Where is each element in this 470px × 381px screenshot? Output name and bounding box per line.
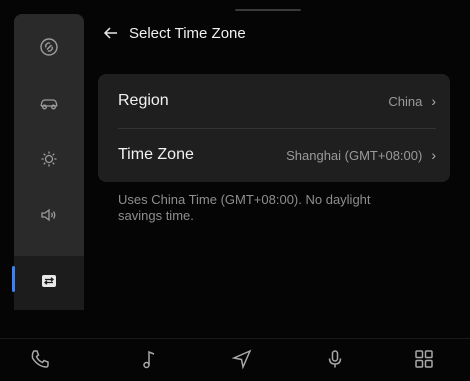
sidebar — [14, 14, 84, 310]
phone-button[interactable] — [26, 347, 54, 375]
navigation-icon — [231, 348, 253, 375]
voice-button[interactable] — [321, 347, 349, 375]
volume-icon — [39, 205, 59, 230]
sidebar-item-display[interactable] — [14, 134, 84, 188]
microphone-icon — [324, 348, 346, 375]
chevron-right-icon: › — [431, 93, 436, 109]
sidebar-item-link[interactable] — [14, 22, 84, 76]
brightness-icon — [39, 149, 59, 174]
time-zone-row[interactable]: Time Zone Shanghai (GMT+08:00) › — [98, 128, 450, 182]
back-arrow-icon[interactable] — [102, 24, 120, 42]
link-icon — [39, 37, 59, 62]
music-icon — [138, 348, 160, 375]
active-indicator — [12, 266, 15, 292]
time-zone-value: Shanghai (GMT+08:00) — [286, 147, 423, 163]
transfer-icon — [39, 271, 59, 296]
settings-card: Region China › Time Zone Shanghai (GMT+0… — [98, 74, 450, 182]
region-label: Region — [118, 92, 169, 109]
apps-button[interactable] — [410, 347, 438, 375]
phone-icon — [29, 348, 51, 375]
time-zone-label: Time Zone — [118, 146, 194, 163]
bottom-bar — [0, 338, 470, 381]
screen: Select Time Zone Region China › Time Zon… — [0, 0, 470, 381]
page-header: Select Time Zone — [102, 20, 246, 46]
time-zone-note: Uses China Time (GMT+08:00). No daylight… — [118, 192, 371, 223]
apps-grid-icon — [413, 348, 435, 375]
region-row[interactable]: Region China › — [98, 74, 450, 128]
sidebar-item-vehicle[interactable] — [14, 78, 84, 132]
car-icon — [39, 93, 59, 118]
sidebar-item-system[interactable] — [14, 256, 84, 310]
chevron-right-icon: › — [431, 147, 436, 163]
region-value-group: China › — [388, 93, 436, 109]
time-zone-value-group: Shanghai (GMT+08:00) › — [286, 147, 436, 163]
region-value: China — [388, 93, 423, 109]
music-button[interactable] — [135, 347, 163, 375]
navigation-button[interactable] — [228, 347, 256, 375]
sidebar-item-sound[interactable] — [14, 190, 84, 244]
page-title: Select Time Zone — [129, 24, 246, 42]
drag-handle[interactable] — [235, 9, 301, 11]
